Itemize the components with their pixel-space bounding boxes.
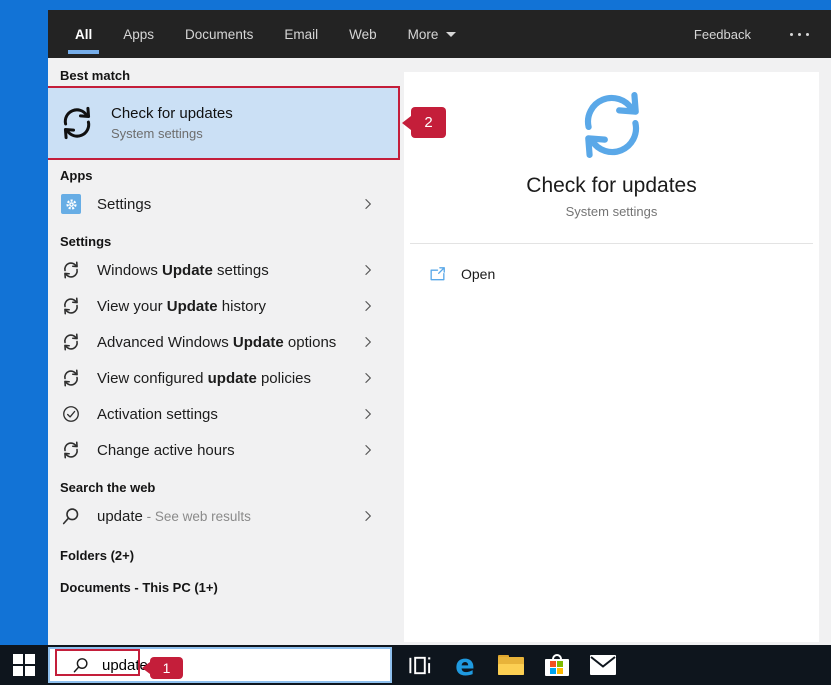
- sync-icon: [58, 104, 96, 142]
- annotation-badge-1: 1: [150, 657, 183, 679]
- tab-more[interactable]: More: [401, 10, 464, 58]
- section-header: Documents - This PC (1+): [60, 580, 218, 595]
- edge-icon: e: [455, 647, 475, 682]
- mail-button[interactable]: [580, 645, 626, 685]
- chevron-right-icon: [361, 335, 375, 349]
- search-icon: [61, 506, 81, 526]
- tab-all[interactable]: All: [68, 10, 100, 58]
- preview-title: Check for updates: [526, 174, 697, 197]
- best-match-title: Check for updates: [111, 105, 233, 122]
- preview-area: Check for updates System settings Open: [403, 58, 831, 645]
- edge-browser-button[interactable]: e: [442, 645, 488, 685]
- microsoft-store-button[interactable]: [534, 645, 580, 685]
- section-header: Settings: [60, 234, 112, 249]
- result-section: Documents - This PC (1+): [60, 580, 403, 596]
- open-action[interactable]: Open: [404, 254, 819, 294]
- section-header: Folders (2+): [60, 548, 135, 563]
- file-explorer-button[interactable]: [488, 645, 534, 685]
- search-result-row[interactable]: View configured update policies: [60, 360, 403, 396]
- result-section: Apps Settings: [60, 168, 403, 222]
- ellipsis-icon[interactable]: [785, 32, 809, 36]
- annotation-badge-2: 2: [411, 107, 446, 138]
- result-section: Folders (2+): [60, 548, 403, 564]
- annotation-box-1: [55, 649, 140, 676]
- result-label: Settings: [97, 195, 152, 213]
- preview-subtitle: System settings: [565, 204, 658, 219]
- annotation-callout-2: 2: [402, 107, 446, 138]
- caret-down-icon: [446, 31, 457, 37]
- open-external-icon: [428, 265, 447, 284]
- result-label: Advanced Windows Update options: [97, 333, 337, 351]
- result-label: update - See web results: [97, 507, 251, 525]
- sync-icon: [61, 260, 81, 280]
- tab-email[interactable]: Email: [277, 10, 325, 58]
- mail-envelope-icon: [590, 655, 616, 675]
- best-match-row[interactable]: Check for updates System settings: [48, 88, 398, 158]
- settings-gear-icon: [61, 194, 81, 214]
- sync-icon: [61, 440, 81, 460]
- result-label: View configured update policies: [97, 369, 311, 387]
- chevron-right-icon: [361, 197, 375, 211]
- sync-icon: [61, 332, 81, 352]
- store-bag-icon: [545, 654, 569, 676]
- task-view-icon: [407, 653, 432, 678]
- chevron-right-icon: [361, 371, 375, 385]
- taskbar-buttons: e: [396, 645, 626, 685]
- result-label: Activation settings: [97, 405, 218, 423]
- tab-web[interactable]: Web: [342, 10, 384, 58]
- search-results-panel: Best match Check for updates System sett…: [48, 58, 403, 645]
- search-result-row[interactable]: Change active hours: [60, 432, 403, 468]
- result-label: Change active hours: [97, 441, 235, 459]
- chevron-right-icon: [361, 263, 375, 277]
- chevron-right-icon: [361, 509, 375, 523]
- result-section: Search the web update - See web results: [60, 480, 403, 534]
- callout-tail-icon: [402, 115, 411, 130]
- callout-tail-icon: [142, 662, 150, 674]
- result-label: Windows Update settings: [97, 261, 269, 279]
- result-section: Settings Windows Update settings View your…: [60, 234, 403, 468]
- chevron-right-icon: [361, 299, 375, 313]
- search-result-row[interactable]: Settings: [60, 186, 403, 222]
- task-view-button[interactable]: [396, 645, 442, 685]
- tab-list: All Apps Documents Email Web More: [68, 10, 480, 58]
- search-result-row[interactable]: Advanced Windows Update options: [60, 324, 403, 360]
- annotation-box-2: Check for updates System settings: [48, 86, 400, 160]
- best-match-subtitle: System settings: [111, 126, 203, 141]
- chevron-right-icon: [361, 407, 375, 421]
- search-result-row[interactable]: update - See web results: [60, 498, 403, 534]
- preview-actions: Open: [404, 254, 819, 294]
- tab-documents[interactable]: Documents: [178, 10, 260, 58]
- checkmark-circle-icon: [61, 404, 81, 424]
- action-label: Open: [461, 266, 496, 282]
- sync-icon: [61, 296, 81, 316]
- search-result-row[interactable]: Activation settings: [60, 396, 403, 432]
- annotation-callout-1: 1: [142, 657, 183, 679]
- search-tab-bar: All Apps Documents Email Web More Feedback: [48, 10, 831, 58]
- divider: [410, 243, 813, 244]
- preview-panel: Check for updates System settings Open: [404, 72, 819, 642]
- chevron-right-icon: [361, 443, 375, 457]
- tab-apps[interactable]: Apps: [116, 10, 161, 58]
- sync-icon: [61, 368, 81, 388]
- sync-icon: [573, 86, 651, 164]
- result-sections: Apps Settings Settings Windows Update setti…: [60, 168, 403, 596]
- section-header: Apps: [60, 168, 93, 183]
- windows-logo-icon: [13, 654, 35, 676]
- feedback-button[interactable]: Feedback: [690, 27, 755, 42]
- search-result-row[interactable]: View your Update history: [60, 288, 403, 324]
- start-button[interactable]: [0, 645, 48, 685]
- section-header: Search the web: [60, 480, 156, 495]
- search-result-row[interactable]: Windows Update settings: [60, 252, 403, 288]
- result-label: View your Update history: [97, 297, 266, 315]
- best-match-header: Best match: [60, 68, 131, 83]
- file-explorer-icon: [498, 655, 524, 675]
